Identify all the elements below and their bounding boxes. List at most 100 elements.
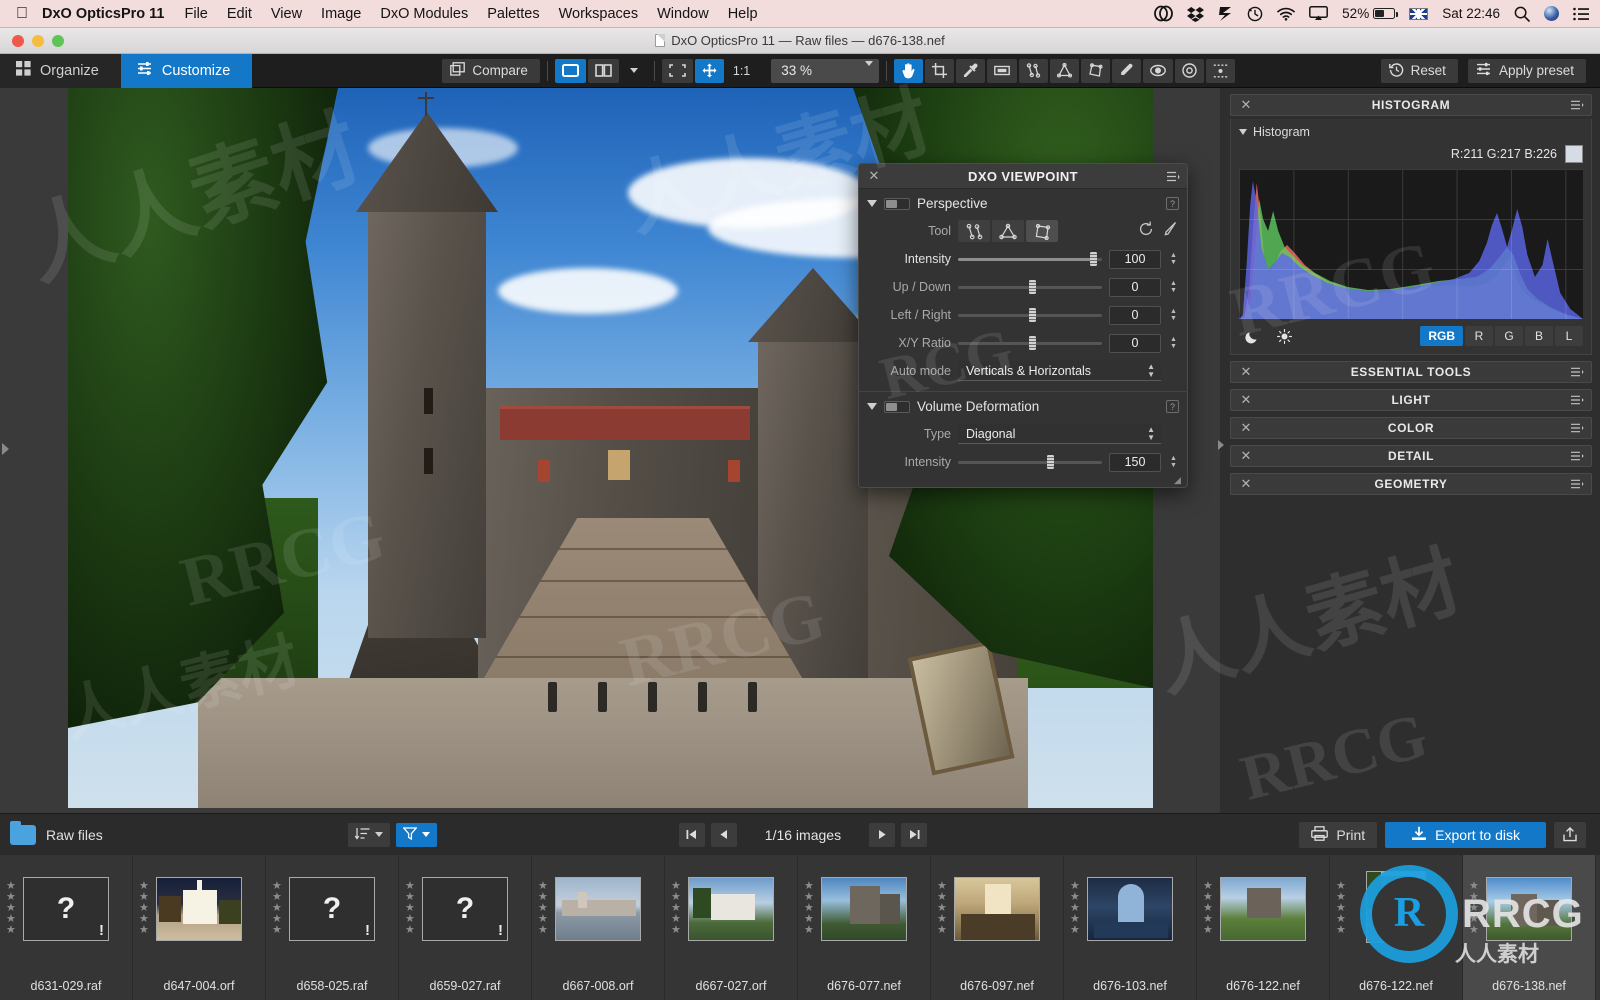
volume-intensity-stepper[interactable]: ▲▼ [1168, 455, 1179, 469]
menu-app-name[interactable]: DxO OpticsPro 11 [42, 6, 165, 22]
thumbnail[interactable] [555, 877, 641, 941]
perspective-2point-icon[interactable] [958, 220, 990, 242]
menu-item-edit[interactable]: Edit [227, 6, 252, 22]
star-rating[interactable]: ★★★★★ [1203, 881, 1213, 936]
histogram-panel-header[interactable]: ✕ HISTOGRAM [1230, 94, 1592, 116]
list-item[interactable]: ★★★★★ d676-103.nef [1064, 855, 1197, 1000]
tab-organize[interactable]: Organize [0, 54, 121, 88]
star-rating[interactable]: ★★★★★ [671, 881, 681, 936]
thumbnail[interactable]: ?! [23, 877, 109, 941]
siri-icon[interactable] [1544, 6, 1559, 21]
star-rating[interactable]: ★★★★★ [937, 881, 947, 936]
star-rating[interactable]: ★★★★★ [804, 881, 814, 936]
volume-intensity-slider[interactable] [958, 453, 1102, 471]
ratio-1-1-button[interactable]: 1:1 [726, 59, 757, 83]
thumbnail[interactable]: ?! [289, 877, 375, 941]
thumbnail[interactable] [821, 877, 907, 941]
menu-item-file[interactable]: File [185, 6, 208, 22]
zipper-icon[interactable] [1218, 6, 1233, 22]
hand-tool-icon[interactable] [894, 59, 923, 83]
leftright-slider[interactable] [958, 306, 1102, 324]
menu-item-view[interactable]: View [271, 6, 302, 22]
notification-center-icon[interactable] [1573, 7, 1590, 21]
list-item[interactable]: ★★★★★ d676-122.nef [1330, 855, 1463, 1000]
thumbnail[interactable] [1220, 877, 1306, 941]
spotlight-search-icon[interactable] [1514, 6, 1530, 22]
tab-customize[interactable]: Customize [121, 54, 253, 88]
star-rating[interactable]: ★★★★★ [538, 881, 548, 936]
repair-tool-icon[interactable] [1112, 59, 1141, 83]
panel-menu-icon[interactable] [1571, 479, 1584, 489]
channel-g-button[interactable]: G [1495, 326, 1523, 346]
close-window-button[interactable] [12, 35, 24, 47]
reset-button[interactable]: Reset [1381, 59, 1458, 83]
thumbnail[interactable] [156, 877, 242, 941]
list-item[interactable]: ★★★★★ d676-097.nef [931, 855, 1064, 1000]
menu-item-dxo-modules[interactable]: DxO Modules [380, 6, 468, 22]
view-mode-dropdown-icon[interactable] [621, 59, 647, 83]
nav-next-button[interactable] [869, 823, 895, 847]
crop-tool-icon[interactable] [925, 59, 954, 83]
resize-handle[interactable]: ◢ [1174, 475, 1184, 485]
sort-button[interactable] [348, 823, 390, 847]
dust-tool-icon[interactable] [1206, 59, 1235, 83]
perspective-rect-icon[interactable] [1026, 220, 1058, 242]
menu-item-image[interactable]: Image [321, 6, 361, 22]
volume-intensity-value[interactable]: 150 [1109, 453, 1161, 472]
list-item[interactable]: ★★★★★ d647-004.orf [133, 855, 266, 1000]
leftright-value[interactable]: 0 [1109, 306, 1161, 325]
window-controls[interactable] [12, 35, 64, 47]
thumbnail[interactable] [1366, 871, 1426, 943]
clock-icon[interactable] [1247, 6, 1263, 22]
perspective-4point-icon[interactable] [1050, 59, 1079, 83]
filmstrip[interactable]: ★★★★★ ?! d631-029.raf ★★★★★ d647-004.orf… [0, 855, 1600, 1000]
volume-deformation-enable-toggle[interactable] [884, 401, 910, 413]
volume-deformation-section-header[interactable]: Volume Deformation ? [859, 392, 1187, 420]
xyratio-stepper[interactable]: ▲▼ [1168, 336, 1179, 350]
list-item[interactable]: ★★★★★ ?! d659-027.raf [399, 855, 532, 1000]
filter-button[interactable] [396, 823, 437, 847]
list-item[interactable]: ★★★★★ d676-077.nef [798, 855, 931, 1000]
intensity-stepper[interactable]: ▲▼ [1168, 252, 1179, 266]
xyratio-value[interactable]: 0 [1109, 334, 1161, 353]
dxo-viewpoint-palette[interactable]: ✕ DXO VIEWPOINT Perspective ? Tool [858, 163, 1188, 488]
panel-menu-icon[interactable] [1571, 451, 1584, 461]
apply-preset-button[interactable]: Apply preset [1468, 59, 1586, 83]
apple-icon[interactable]:  [16, 6, 28, 22]
export-to-disk-button[interactable]: Export to disk [1385, 822, 1546, 848]
uk-flag-icon[interactable] [1409, 8, 1428, 20]
list-item[interactable]: ★★★★★ ?! d631-029.raf [0, 855, 133, 1000]
star-rating[interactable]: ★★★★★ [1070, 881, 1080, 936]
single-view-icon[interactable] [555, 59, 586, 83]
sun-icon[interactable] [1271, 326, 1297, 346]
star-rating[interactable]: ★★★★★ [139, 881, 149, 936]
nav-prev-button[interactable] [711, 823, 737, 847]
panel-menu-icon[interactable] [1571, 395, 1584, 405]
list-item[interactable]: ★★★★★ d667-027.orf [665, 855, 798, 1000]
moon-icon[interactable] [1239, 326, 1265, 346]
eyedropper-tool-icon[interactable] [956, 59, 985, 83]
star-rating[interactable]: ★★★★★ [1336, 881, 1346, 936]
thumbnail[interactable] [1087, 877, 1173, 941]
wifi-icon[interactable] [1277, 7, 1295, 21]
menu-item-help[interactable]: Help [728, 6, 758, 22]
creative-cloud-icon[interactable] [1154, 5, 1173, 22]
list-item[interactable]: ★★★★★ d676-122.nef [1197, 855, 1330, 1000]
panel-color[interactable]: ✕ COLOR [1230, 417, 1592, 439]
disclosure-triangle-icon[interactable] [867, 403, 877, 410]
battery-status[interactable]: 52% [1342, 6, 1395, 21]
menu-clock-label[interactable]: Sat 22:46 [1442, 6, 1500, 21]
perspective-2point-icon[interactable] [1019, 59, 1048, 83]
pan-move-icon[interactable] [695, 59, 724, 83]
perspective-enable-toggle[interactable] [884, 198, 910, 210]
intensity-slider[interactable] [958, 250, 1102, 268]
panel-light[interactable]: ✕ LIGHT [1230, 389, 1592, 411]
channel-b-button[interactable]: B [1525, 326, 1553, 346]
menu-item-window[interactable]: Window [657, 6, 709, 22]
spot-weighted-icon[interactable] [1175, 59, 1204, 83]
help-icon[interactable]: ? [1166, 400, 1179, 413]
list-item[interactable]: ★★★★★ ?! d658-025.raf [266, 855, 399, 1000]
menu-item-palettes[interactable]: Palettes [487, 6, 539, 22]
updown-value[interactable]: 0 [1109, 278, 1161, 297]
menu-item-workspaces[interactable]: Workspaces [559, 6, 639, 22]
